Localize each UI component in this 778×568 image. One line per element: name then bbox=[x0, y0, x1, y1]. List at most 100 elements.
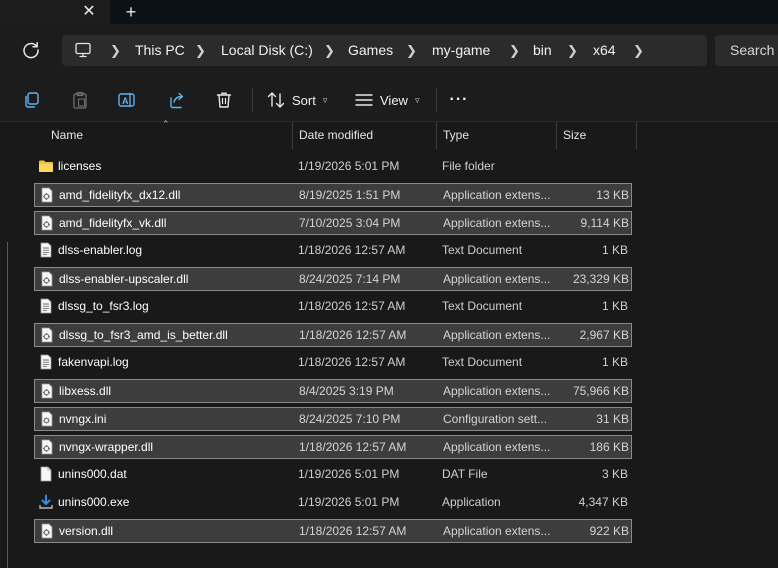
file-type: Application extens... bbox=[443, 384, 551, 398]
breadcrumb-chevron-icon[interactable]: ❯ bbox=[195, 35, 206, 66]
file-name: libxess.dll bbox=[59, 384, 112, 398]
paste-icon[interactable] bbox=[70, 90, 90, 110]
breadcrumb-bin[interactable]: bin bbox=[533, 35, 552, 66]
file-type: Text Document bbox=[442, 299, 523, 313]
file-row[interactable]: fakenvapi.log 1/18/2026 12:57 AM Text Docu… bbox=[34, 351, 632, 375]
copy-icon[interactable] bbox=[22, 90, 42, 110]
dll-file-icon bbox=[39, 439, 55, 455]
toolbar-divider bbox=[252, 88, 253, 112]
file-size: 1 KB bbox=[601, 355, 628, 369]
file-name: unins000.dat bbox=[58, 467, 127, 481]
breadcrumb-this-pc[interactable]: This PC bbox=[135, 35, 185, 66]
blank-file-icon bbox=[38, 466, 54, 482]
new-tab-button[interactable]: + bbox=[121, 2, 141, 22]
column-size[interactable]: Size bbox=[556, 122, 636, 149]
toolbar-divider bbox=[436, 88, 437, 112]
file-row[interactable]: unins000.exe 1/19/2026 5:01 PM Application… bbox=[34, 491, 632, 515]
breadcrumb-chevron-icon[interactable]: ❯ bbox=[633, 35, 644, 66]
dll-file-icon bbox=[39, 215, 55, 231]
file-name: amd_fidelityfx_dx12.dll bbox=[59, 188, 181, 202]
file-size: 75,966 KB bbox=[572, 384, 629, 398]
address-bar[interactable]: ❯ This PC ❯ Local Disk (C:) ❯ Games ❯ my… bbox=[62, 35, 707, 66]
file-date-modified: 8/24/2025 7:10 PM bbox=[299, 412, 401, 426]
file-row[interactable]: licenses 1/19/2026 5:01 PM File folder bbox=[34, 155, 632, 179]
column-date-modified[interactable]: Date modified bbox=[292, 122, 436, 149]
file-row[interactable]: libxess.dll 8/4/2025 3:19 PM Application e… bbox=[34, 379, 632, 403]
installer-icon bbox=[38, 494, 54, 510]
file-size: 922 KB bbox=[589, 524, 629, 538]
file-type: Text Document bbox=[442, 355, 523, 369]
view-button[interactable]: View ▿ bbox=[354, 86, 419, 114]
text-file-icon bbox=[38, 242, 54, 258]
view-label: View bbox=[380, 92, 408, 108]
dll-file-icon bbox=[39, 187, 55, 203]
column-name[interactable]: Name bbox=[44, 122, 292, 149]
file-date-modified: 1/19/2026 5:01 PM bbox=[298, 495, 400, 509]
sort-button[interactable]: Sort ▿ bbox=[266, 86, 327, 114]
command-bar: A Sort ▿ View ▿ ··· bbox=[0, 76, 778, 122]
breadcrumb-chevron-icon[interactable]: ❯ bbox=[509, 35, 520, 66]
file-row[interactable]: dlss-enabler-upscaler.dll 8/24/2025 7:14 … bbox=[34, 267, 632, 291]
file-row[interactable]: nvngx.ini 8/24/2025 7:10 PM Configuration … bbox=[34, 407, 632, 431]
file-name: nvngx.ini bbox=[59, 412, 107, 426]
file-size: 1 KB bbox=[601, 299, 628, 313]
refresh-icon[interactable] bbox=[20, 39, 42, 61]
close-tab-icon[interactable]: ✕ bbox=[79, 2, 99, 22]
file-name: dlss-enabler-upscaler.dll bbox=[59, 272, 189, 286]
file-row[interactable]: version.dll 1/18/2026 12:57 AM Application… bbox=[34, 519, 632, 543]
search-box[interactable]: Search x bbox=[715, 35, 778, 66]
breadcrumb-games[interactable]: Games bbox=[348, 35, 393, 66]
file-date-modified: 1/18/2026 12:57 AM bbox=[299, 440, 407, 454]
file-name: unins000.exe bbox=[58, 495, 130, 509]
file-size: 2,967 KB bbox=[579, 328, 629, 342]
column-resize-handle[interactable] bbox=[636, 122, 637, 149]
share-icon[interactable] bbox=[166, 90, 186, 110]
file-name: nvngx-wrapper.dll bbox=[59, 440, 154, 454]
breadcrumb-chevron-icon[interactable]: ❯ bbox=[324, 35, 335, 66]
rename-icon[interactable]: A bbox=[117, 90, 137, 110]
file-size: 13 KB bbox=[596, 188, 629, 202]
file-type: Application extens... bbox=[443, 188, 551, 202]
file-date-modified: 1/18/2026 12:57 AM bbox=[299, 328, 407, 342]
breadcrumb-local-disk[interactable]: Local Disk (C:) bbox=[221, 35, 313, 66]
file-row[interactable]: nvngx-wrapper.dll 1/18/2026 12:57 AM Appli… bbox=[34, 435, 632, 459]
file-size: 9,114 KB bbox=[580, 216, 629, 230]
dll-file-icon bbox=[39, 523, 55, 539]
file-name: licenses bbox=[58, 159, 102, 173]
file-size: 186 KB bbox=[589, 440, 629, 454]
navigation-bar: ❯ This PC ❯ Local Disk (C:) ❯ Games ❯ my… bbox=[0, 24, 778, 76]
file-row[interactable]: dlssg_to_fsr3_amd_is_better.dll 1/18/2026… bbox=[34, 323, 632, 347]
file-size: 4,347 KB bbox=[578, 495, 628, 509]
column-type[interactable]: Type bbox=[436, 122, 556, 149]
file-row[interactable]: unins000.dat 1/19/2026 5:01 PM DAT File 3 K… bbox=[34, 463, 632, 487]
dll-file-icon bbox=[39, 327, 55, 343]
file-row[interactable]: amd_fidelityfx_dx12.dll 8/19/2025 1:51 PM… bbox=[34, 183, 632, 207]
file-type: Text Document bbox=[442, 243, 523, 257]
folder-icon bbox=[38, 158, 54, 174]
breadcrumb-my-game[interactable]: my-game bbox=[432, 35, 490, 66]
active-tab[interactable]: ✕ bbox=[0, 0, 110, 24]
delete-icon[interactable] bbox=[214, 90, 234, 110]
this-pc-icon[interactable] bbox=[74, 42, 92, 58]
file-type: DAT File bbox=[442, 467, 488, 481]
breadcrumb-chevron-icon[interactable]: ❯ bbox=[567, 35, 578, 66]
dll-file-icon bbox=[39, 271, 55, 287]
file-type: Application extens... bbox=[443, 328, 551, 342]
breadcrumb-x64[interactable]: x64 bbox=[593, 35, 616, 66]
breadcrumb-chevron-icon[interactable]: ❯ bbox=[110, 35, 121, 66]
more-options-button[interactable]: ··· bbox=[449, 90, 469, 110]
pane-divider[interactable] bbox=[7, 242, 8, 568]
breadcrumb-chevron-icon[interactable]: ❯ bbox=[406, 35, 417, 66]
chevron-down-icon: ▿ bbox=[322, 94, 328, 105]
file-date-modified: 1/18/2026 12:57 AM bbox=[298, 355, 406, 369]
file-size: 1 KB bbox=[601, 243, 628, 257]
file-date-modified: 1/18/2026 12:57 AM bbox=[299, 524, 407, 538]
file-row[interactable]: amd_fidelityfx_vk.dll 7/10/2025 3:04 PM Ap… bbox=[34, 211, 632, 235]
file-date-modified: 8/19/2025 1:51 PM bbox=[299, 188, 401, 202]
file-row[interactable]: dlssg_to_fsr3.log 1/18/2026 12:57 AM Text … bbox=[34, 295, 632, 319]
sort-label: Sort bbox=[292, 92, 316, 108]
file-row[interactable]: dlss-enabler.log 1/18/2026 12:57 AM Text D… bbox=[34, 239, 632, 263]
file-name: fakenvapi.log bbox=[58, 355, 129, 369]
file-date-modified: 1/18/2026 12:57 AM bbox=[298, 243, 406, 257]
view-list-icon bbox=[355, 94, 373, 106]
